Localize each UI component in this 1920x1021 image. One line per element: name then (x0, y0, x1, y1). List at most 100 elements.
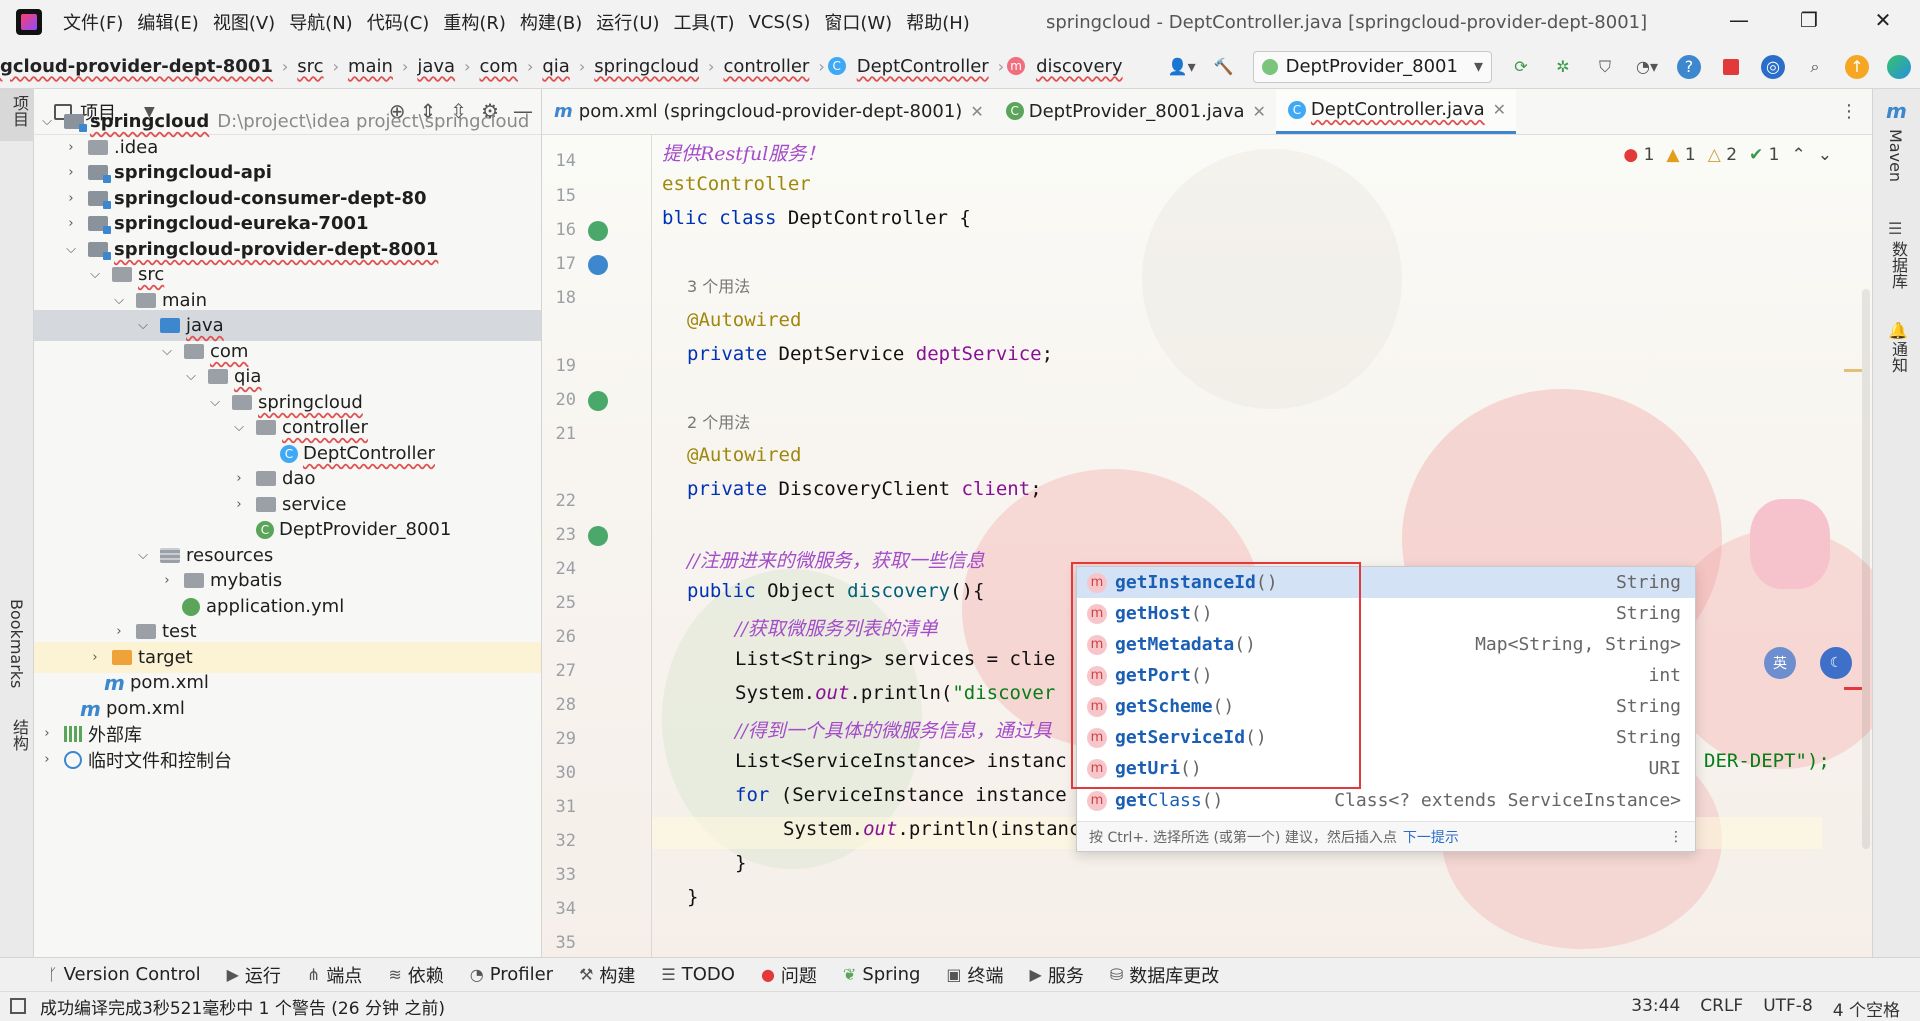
close-tab-icon[interactable]: ✕ (1253, 102, 1266, 121)
project-tool-button[interactable]: 项目 (0, 89, 34, 141)
menu-tools[interactable]: 工具(T) (667, 9, 742, 35)
more-tabs-icon[interactable]: ⋮ (1840, 101, 1858, 122)
package-icon (256, 497, 276, 512)
stop-icon[interactable] (1719, 55, 1743, 79)
endpoints-icon: ⋔ (306, 965, 321, 984)
menu-run[interactable]: 运行(U) (589, 9, 666, 35)
indent-setting[interactable]: 4 个空格 (1833, 996, 1900, 1021)
tree-item-label: main (162, 290, 207, 311)
notifications-tool-label[interactable]: 通知 (1886, 341, 1910, 373)
database-tool-label[interactable]: 数据库 (1886, 241, 1910, 289)
tool-endpoints[interactable]: ⋔ 端点 (307, 962, 362, 988)
chevron-down-icon[interactable]: ⌄ (1818, 145, 1832, 165)
menu-file[interactable]: 文件(F) (56, 9, 130, 35)
navigation-bar: gcloud-provider-dept-8001 › src › main ›… (0, 44, 1920, 89)
restore-icon[interactable]: ❐ (1796, 8, 1822, 32)
completion-item[interactable]: m getClass() Class<? extends ServiceInst… (1077, 785, 1695, 816)
tab-deptprovider[interactable]: C DeptProvider_8001.java ✕ (994, 89, 1276, 134)
debug-bug-icon[interactable]: ✲ (1551, 55, 1575, 79)
breadcrumb-method[interactable]: discovery (1030, 56, 1129, 77)
tool-spring[interactable]: ❦ Spring (843, 964, 921, 985)
tab-deptcontroller[interactable]: C DeptController.java ✕ (1275, 89, 1517, 134)
search-icon[interactable]: ⌕ (1803, 55, 1827, 79)
next-tip-link[interactable]: 下一提示 (1403, 827, 1459, 847)
breadcrumb-com[interactable]: com (474, 56, 524, 77)
user-icon[interactable]: 👤▾ (1168, 55, 1196, 79)
breadcrumb-controller[interactable]: controller (717, 56, 815, 77)
tool-services[interactable]: ▶ 服务 (1030, 962, 1084, 988)
coverage-icon[interactable]: ⛉ (1593, 55, 1617, 79)
database-icon[interactable]: ☰ (1888, 219, 1902, 238)
menu-window[interactable]: 窗口(W) (817, 9, 899, 35)
chevron-up-icon[interactable]: ⌃ (1792, 145, 1806, 165)
breadcrumb-src[interactable]: src (291, 56, 329, 77)
tool-run[interactable]: ▶ 运行 (227, 962, 281, 988)
close-tab-icon[interactable]: ✕ (970, 102, 983, 121)
tool-database-changes[interactable]: ⛁ 数据库更改 (1110, 962, 1219, 988)
profile-icon[interactable]: ◔▾ (1635, 55, 1659, 79)
help-icon[interactable]: ? (1677, 54, 1701, 79)
menu-build[interactable]: 构建(B) (513, 9, 589, 35)
spring-bean-gutter-icon[interactable] (588, 221, 608, 241)
inspection-widget[interactable]: ● 1 ▲ 1 △ 2 ✔ 1 ⌃ ⌄ (1623, 145, 1832, 165)
usage-hint[interactable]: 2 个用法 (687, 409, 750, 433)
update-icon[interactable]: ↑ (1845, 54, 1869, 79)
tool-terminal[interactable]: ▣ 终端 (946, 962, 1003, 988)
menu-edit[interactable]: 编辑(E) (130, 9, 205, 35)
jetbrains-icon[interactable] (1887, 54, 1911, 79)
minimize-icon[interactable]: — (1726, 8, 1752, 32)
menu-view[interactable]: 视图(V) (206, 9, 282, 35)
rerun-icon[interactable]: ⟳ (1509, 55, 1533, 79)
tab-pom-xml[interactable]: m pom.xml (springcloud-provider-dept-800… (542, 89, 994, 134)
bookmarks-tool-label[interactable]: Bookmarks (7, 599, 26, 688)
tool-profiler[interactable]: ◔ Profiler (470, 964, 553, 985)
tool-dependencies[interactable]: ≋ 依赖 (388, 962, 443, 988)
tool-label: Spring (862, 964, 921, 985)
tool-build[interactable]: ⚒ 构建 (579, 962, 635, 988)
source-folder-icon (160, 318, 180, 333)
night-mode-icon[interactable]: ☾ (1820, 647, 1852, 679)
tree-item-label: dao (282, 468, 316, 489)
build-hammer-icon[interactable]: 🔨 (1212, 55, 1236, 79)
translate-icon[interactable]: ◎ (1761, 54, 1785, 79)
breadcrumb-module[interactable]: gcloud-provider-dept-8001 (0, 56, 279, 77)
breadcrumb-class[interactable]: DeptController (851, 56, 995, 77)
line-separator[interactable]: CRLF (1700, 996, 1743, 1021)
structure-tool-label[interactable]: 结构 (7, 719, 31, 751)
breadcrumb-java[interactable]: java (411, 56, 461, 77)
scrollbar-marker[interactable] (1844, 369, 1862, 372)
tree-item-scratches[interactable]: › 临时文件和控制台 (34, 744, 541, 775)
close-tab-icon[interactable]: ✕ (1493, 100, 1506, 119)
autowired-gutter-icon[interactable] (588, 526, 608, 546)
editor-scrollbar[interactable] (1862, 289, 1870, 849)
breadcrumb-springcloud[interactable]: springcloud (588, 56, 705, 77)
menu-vcs[interactable]: VCS(S) (742, 12, 818, 33)
run-configuration-select[interactable]: DeptProvider_8001 ▾ (1252, 50, 1492, 83)
translate-widget-icon[interactable]: 英 (1764, 647, 1796, 679)
menu-code[interactable]: 代码(C) (360, 9, 437, 35)
tool-todo[interactable]: ☰ TODO (661, 964, 735, 985)
maven-tool-label[interactable]: Maven (1886, 129, 1905, 182)
autowired-gutter-icon[interactable] (588, 391, 608, 411)
menu-help[interactable]: 帮助(H) (899, 9, 977, 35)
file-encoding[interactable]: UTF-8 (1763, 996, 1813, 1021)
module-folder-icon (64, 114, 87, 132)
bell-icon[interactable]: 🔔 (1888, 321, 1908, 340)
more-options-icon[interactable]: ⋮ (1669, 829, 1683, 845)
panel-toggle-icon[interactable] (10, 998, 26, 1014)
maven-icon[interactable]: m (1886, 99, 1907, 123)
scrollbar-error-marker[interactable] (1844, 687, 1862, 690)
hammer-icon: ⚒ (579, 965, 594, 984)
menu-refactor[interactable]: 重构(R) (436, 9, 513, 35)
usage-hint[interactable]: 3 个用法 (687, 273, 750, 297)
layers-icon: ≋ (388, 965, 402, 984)
breadcrumb-qia[interactable]: qia (536, 56, 575, 77)
status-message[interactable]: 成功编译完成3秒521毫秒中 1 个警告 (26 分钟 之前) (40, 994, 445, 1019)
close-icon[interactable]: ✕ (1870, 8, 1896, 32)
caret-position[interactable]: 33:44 (1631, 996, 1680, 1021)
spring-bean-gutter-icon[interactable] (588, 255, 608, 275)
menu-navigate[interactable]: 导航(N) (282, 9, 360, 35)
breadcrumb-main[interactable]: main (342, 56, 399, 77)
tool-problems[interactable]: ● 问题 (761, 962, 817, 988)
tool-version-control[interactable]: ᚴ Version Control (48, 964, 201, 985)
